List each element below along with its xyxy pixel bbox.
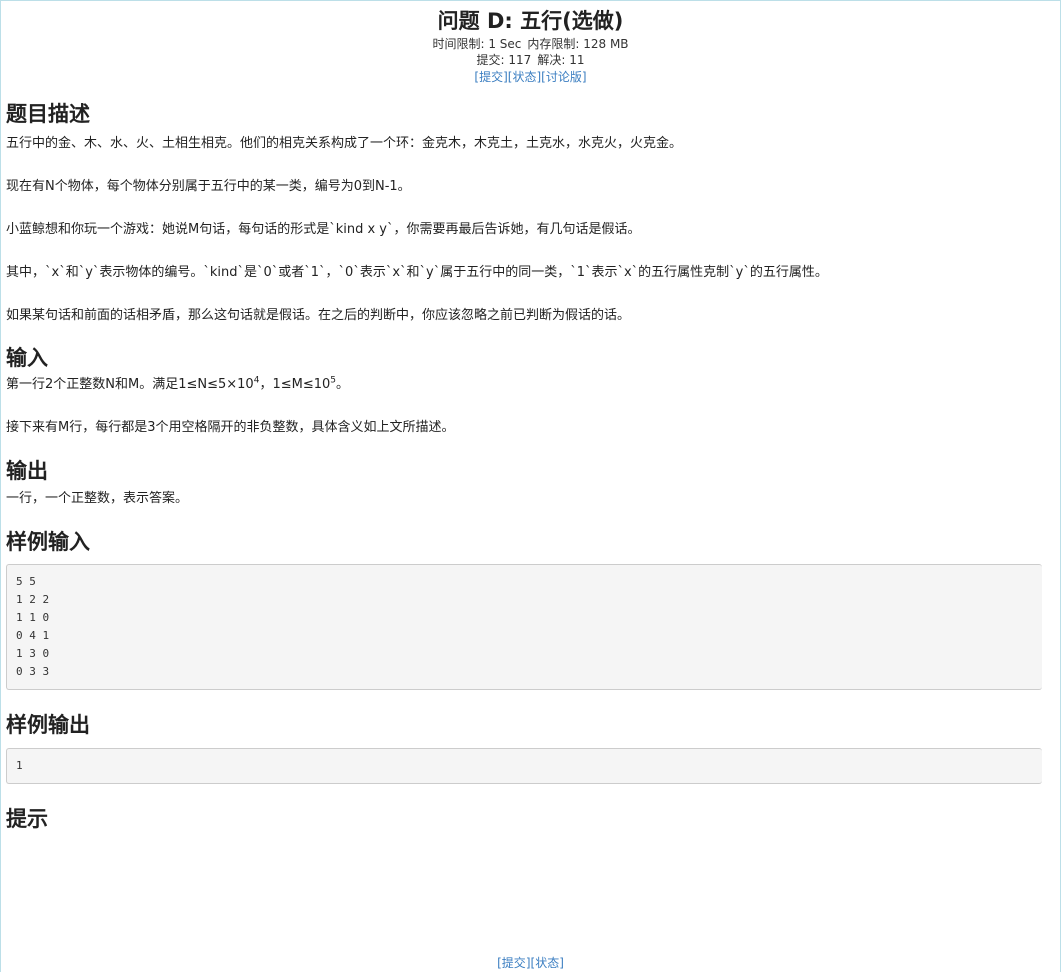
bottom-submit-link[interactable]: 提交 [502, 956, 526, 970]
bottom-links: [提交][状态] [497, 956, 564, 970]
page-frame [0, 0, 1061, 972]
bottom-status-link[interactable]: 状态 [535, 956, 559, 970]
